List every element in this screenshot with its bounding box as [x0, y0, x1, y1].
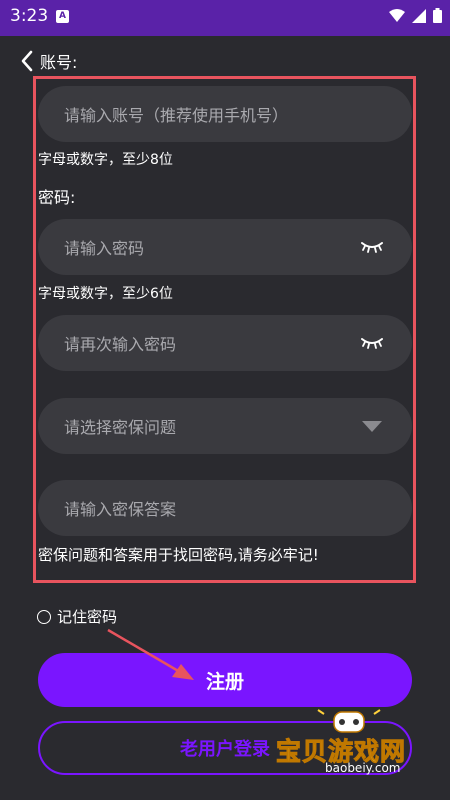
- password-label: 密码:: [38, 188, 76, 207]
- confirm-password-input[interactable]: 请再次输入密码: [38, 315, 412, 371]
- notification-badge: A: [56, 10, 69, 23]
- account-input[interactable]: 请输入账号（推荐使用手机号）: [38, 86, 412, 142]
- status-bar: 3:23 A: [0, 0, 450, 36]
- status-icons: [389, 8, 442, 23]
- remember-radio[interactable]: [37, 609, 51, 624]
- confirm-placeholder: 请再次输入密码: [64, 335, 177, 354]
- status-time: 3:23: [10, 6, 49, 26]
- remember-password[interactable]: 记住密码: [37, 606, 117, 627]
- eye-closed-icon[interactable]: [352, 323, 392, 363]
- wifi-icon: [389, 8, 405, 22]
- security-answer-input[interactable]: 请输入密保答案: [38, 480, 412, 536]
- back-button[interactable]: [16, 47, 38, 75]
- security-note: 密保问题和答案用于找回密码,请务必牢记!: [38, 546, 319, 564]
- eye-closed-icon[interactable]: [352, 227, 392, 267]
- account-placeholder: 请输入账号（推荐使用手机号）: [64, 106, 289, 125]
- dropdown-triangle-icon[interactable]: [352, 406, 392, 446]
- remember-label: 记住密码: [57, 608, 118, 626]
- chevron-left-icon: [21, 50, 33, 72]
- password-input[interactable]: 请输入密码: [38, 219, 412, 275]
- password-placeholder: 请输入密码: [64, 239, 145, 258]
- password-hint: 字母或数字，至少6位: [38, 286, 173, 302]
- register-button[interactable]: 注册: [38, 653, 412, 707]
- watermark-url: baobeiy.com: [325, 761, 401, 775]
- old-user-label: 老用户登录: [180, 739, 270, 760]
- account-hint: 字母或数字，至少8位: [38, 152, 173, 168]
- header: 账号:: [16, 46, 77, 76]
- register-label: 注册: [205, 670, 244, 693]
- question-placeholder: 请选择密保问题: [64, 418, 177, 437]
- battery-icon: [433, 8, 442, 23]
- account-label: 账号:: [40, 53, 78, 72]
- security-question-select[interactable]: 请选择密保问题: [38, 398, 412, 454]
- signal-icon: [412, 8, 426, 23]
- answer-placeholder: 请输入密保答案: [64, 500, 177, 519]
